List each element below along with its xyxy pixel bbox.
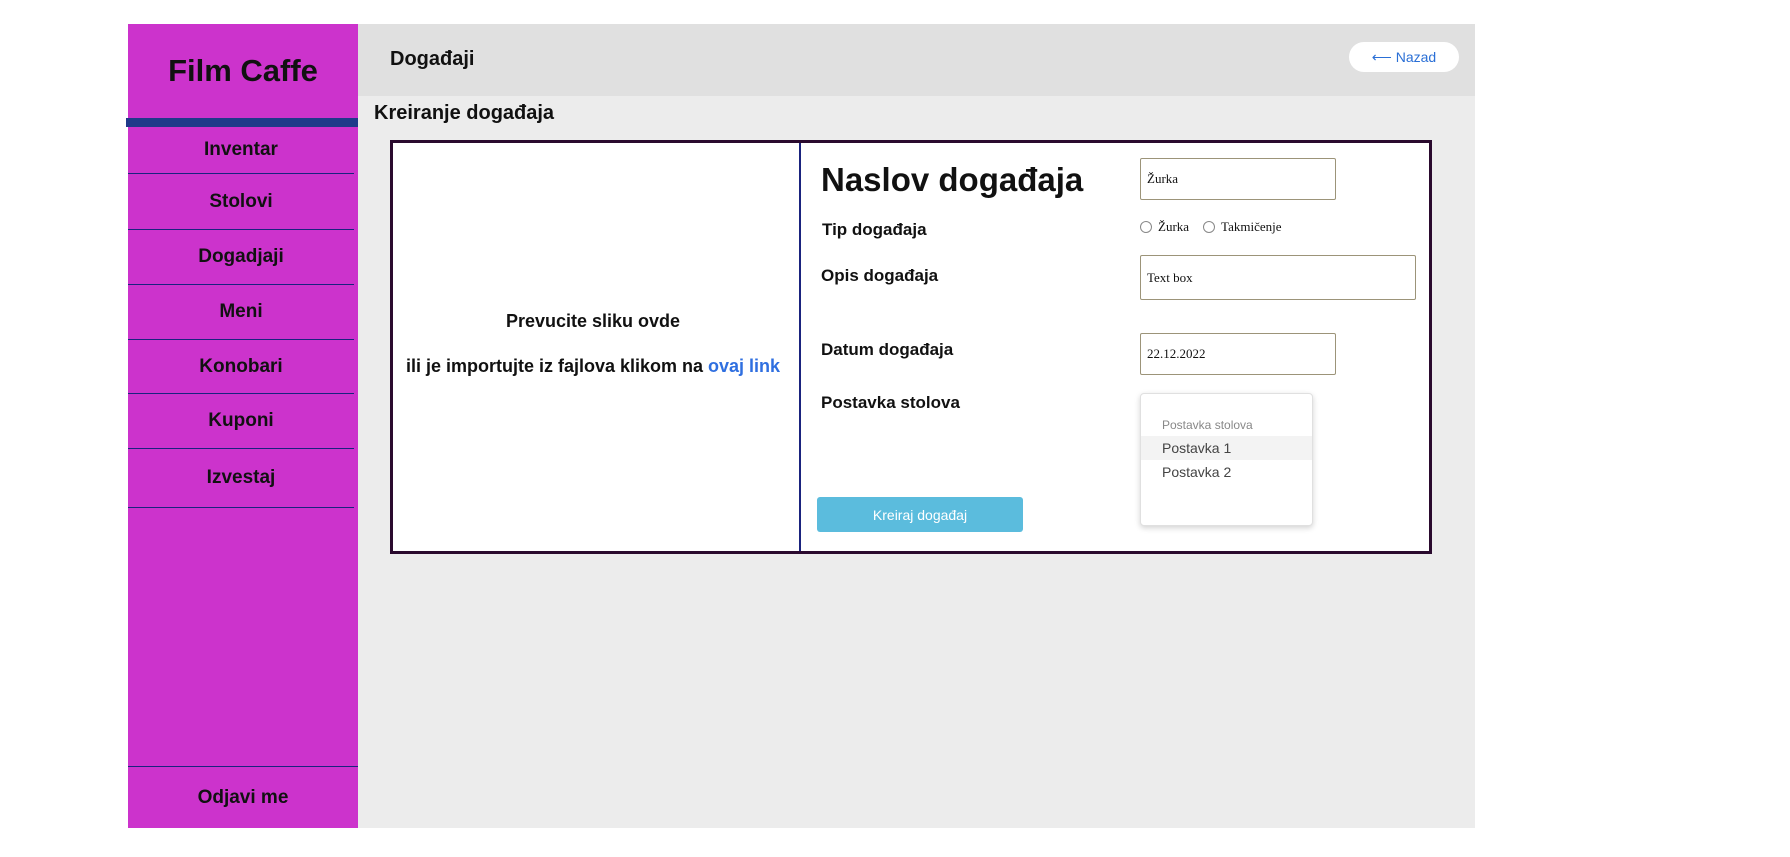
back-button[interactable]: ⟵ Nazad — [1349, 42, 1459, 72]
event-title-input[interactable] — [1140, 158, 1336, 200]
event-title-label: Naslov događaja — [821, 161, 1084, 198]
sidebar-item-dogadjaji[interactable]: Dogadjaji — [128, 230, 354, 285]
sidebar: Film Caffe Inventar Stolovi Dogadjaji Me… — [126, 24, 358, 828]
radio-takmicenje-label: Takmičenje — [1221, 219, 1282, 234]
create-event-button[interactable]: Kreiraj događaj — [817, 497, 1023, 532]
image-dropzone[interactable]: Prevucite sliku ovde ili je importujte i… — [393, 143, 801, 551]
dropzone-instruction: Prevucite sliku ovde — [505, 311, 681, 331]
table-layout-dropdown[interactable]: Postavka stolova Postavka 1 Postavka 2 — [1140, 393, 1313, 526]
dropzone-import-label: ili je importujte iz fajlova klikom na — [405, 356, 709, 376]
sidebar-item-meni[interactable]: Meni — [128, 285, 354, 340]
brand-title: Film Caffe — [168, 53, 318, 88]
sidebar-item-stolovi[interactable]: Stolovi — [128, 174, 354, 230]
import-file-link[interactable]: ovaj link — [708, 356, 780, 376]
app-window: Film Caffe Inventar Stolovi Dogadjaji Me… — [126, 24, 1475, 828]
dropzone-import-text: ili je importujte iz fajlova klikom na o… — [393, 356, 793, 377]
radio-zurka-label: Žurka — [1158, 219, 1190, 234]
event-description-label: Opis događaja — [821, 266, 939, 285]
sidebar-item-konobari[interactable]: Konobari — [128, 340, 354, 394]
sidebar-item-kuponi[interactable]: Kuponi — [128, 394, 354, 449]
event-date-label: Datum događaja — [821, 340, 954, 359]
dropdown-option-postavka-2[interactable]: Postavka 2 — [1141, 460, 1312, 484]
brand-divider — [126, 118, 358, 127]
radio-takmicenje[interactable] — [1203, 221, 1216, 233]
radio-zurka[interactable] — [1140, 221, 1152, 233]
event-description-input[interactable] — [1140, 255, 1416, 300]
logout-button[interactable]: Odjavi me — [128, 766, 358, 828]
sidebar-item-inventar[interactable]: Inventar — [128, 127, 354, 174]
event-date-input[interactable] — [1140, 333, 1336, 375]
header-title: Događaji — [390, 48, 475, 70]
page-title: Kreiranje događaja — [374, 102, 555, 124]
event-type-radio-group: Žurka Takmičenje — [1140, 219, 1296, 235]
top-header: Događaji ⟵ Nazad — [358, 24, 1475, 96]
dropdown-header: Postavka stolova — [1162, 418, 1253, 432]
event-form-panel: Prevucite sliku ovde ili je importujte i… — [390, 140, 1432, 554]
dropdown-option-postavka-1[interactable]: Postavka 1 — [1141, 436, 1312, 460]
event-type-label: Tip događaja — [822, 220, 927, 239]
table-layout-label: Postavka stolova — [821, 393, 960, 412]
sidebar-item-izvestaj[interactable]: Izvestaj — [128, 449, 354, 508]
